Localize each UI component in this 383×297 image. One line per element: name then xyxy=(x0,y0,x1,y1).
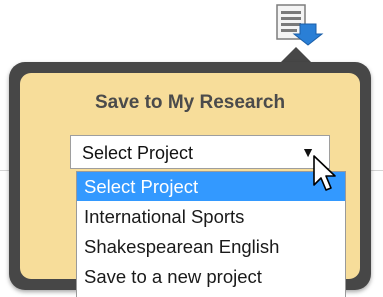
project-select[interactable]: Select Project ▼ xyxy=(70,135,330,169)
project-select-value: Select Project xyxy=(82,143,194,163)
popover-title: Save to My Research xyxy=(94,92,286,113)
project-dropdown-list: Select Project International Sports Shak… xyxy=(76,171,346,297)
save-to-research-icon[interactable] xyxy=(276,4,326,48)
project-option-select-project[interactable]: Select Project xyxy=(77,172,345,201)
popover-pointer xyxy=(280,47,312,63)
mouse-pointer-icon xyxy=(312,154,338,194)
project-option-international-sports[interactable]: International Sports xyxy=(77,202,345,231)
project-option-shakespearean-english[interactable]: Shakespearean English xyxy=(77,232,345,261)
project-option-save-new-project[interactable]: Save to a new project xyxy=(77,262,345,291)
